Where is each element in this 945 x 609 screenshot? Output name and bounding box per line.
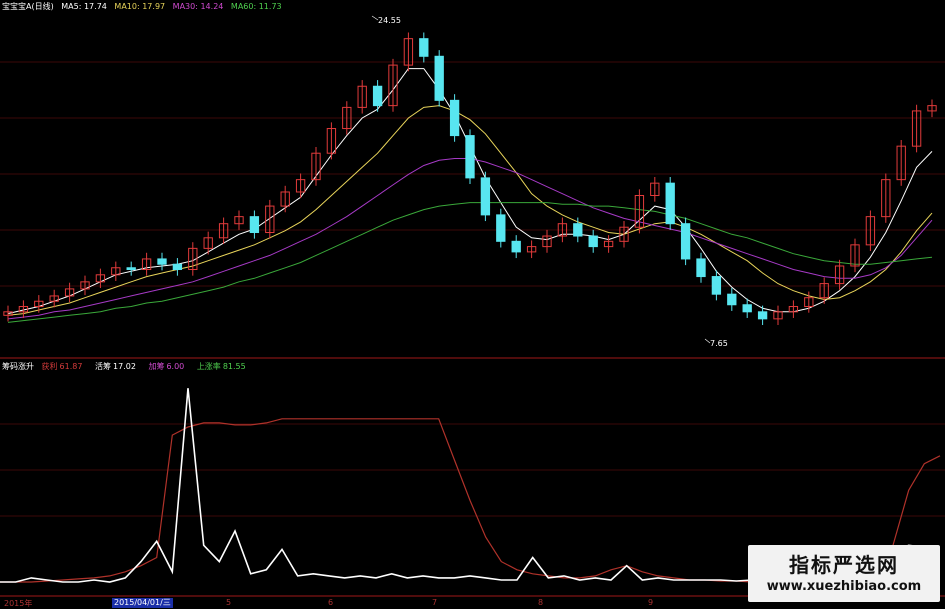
indicator-title: 筹码涨升 [2, 362, 34, 371]
candle-body [711, 276, 722, 295]
candle-body [696, 258, 706, 278]
candle-body [434, 55, 444, 101]
xaxis-month-label: 6 [328, 598, 334, 607]
ma60-label: MA60: 11.73 [230, 2, 282, 11]
candle-body [419, 38, 429, 57]
chart-title: 宝宝宝A(日线) [2, 2, 54, 11]
xaxis-month-label: 8 [538, 598, 544, 607]
xaxis-month-label: 7 [432, 598, 438, 607]
indicator-item-label: 活筹 [95, 362, 111, 371]
indicator-item: 加筹 6.00 [148, 362, 189, 371]
indicator-item-label: 加筹 [148, 362, 165, 371]
indicator-item-value: 6.00 [166, 362, 185, 371]
indicator-item: 上涨率 81.55 [197, 362, 251, 371]
candle-body [496, 214, 506, 242]
candle-body [126, 267, 136, 271]
candle-body [727, 293, 737, 306]
indicator-item-value: 81.55 [222, 362, 246, 371]
moving-average-lines [7, 68, 933, 323]
xaxis-month-label: 5 [226, 598, 232, 607]
indicator-item: 活筹 17.02 [95, 362, 141, 371]
candle-body [480, 177, 491, 216]
candle-body [588, 235, 598, 248]
candle-body [172, 263, 183, 271]
indicator-item-label: 上涨率 [196, 362, 221, 371]
watermark-title: 指标严选网 [789, 553, 899, 577]
price-low-label: 7.65 [710, 339, 728, 348]
candle-body [573, 223, 583, 237]
candle-body [665, 182, 675, 225]
candle-body [249, 216, 260, 234]
candle-body [511, 240, 521, 253]
xaxis-month-label: 9 [648, 598, 654, 607]
indicator-item-value: 17.02 [113, 362, 136, 371]
candlestick-series [3, 32, 937, 326]
candle-body [372, 85, 383, 107]
ma30-label: MA30: 14.24 [172, 2, 224, 11]
stock-chart: 24.55 7.65 [0, 15, 945, 597]
candle-body [680, 223, 691, 260]
candle-body [742, 304, 752, 313]
candle-body [157, 258, 167, 265]
candle-body [465, 135, 475, 179]
xaxis-selected-date[interactable]: 2015/04/01/三 [112, 598, 173, 608]
watermark-url: www.xuezhibiao.com [766, 579, 922, 594]
indicator-header: 筹码涨升 获利 61.87 活筹 17.02 加筹 6.00 上涨率 81.55 [2, 362, 256, 372]
candle-body [757, 311, 768, 320]
candle-body [449, 99, 460, 137]
ma5-label: MA5: 17.74 [61, 2, 107, 11]
ma10-label: MA10: 17.97 [114, 2, 166, 11]
price-high-label: 24.55 [378, 16, 401, 25]
main-header: 宝宝宝A(日线) MA5: 17.74 MA10: 17.97 MA30: 14… [2, 2, 287, 12]
watermark: 指标严选网 www.xuezhibiao.com [748, 545, 940, 602]
indicator-item: 获利 61.87 [42, 362, 88, 371]
indicator-item-value: 61.87 [59, 362, 83, 371]
indicator-item-label: 获利 [41, 362, 58, 371]
xaxis-start-label: 2015年 [4, 599, 33, 608]
